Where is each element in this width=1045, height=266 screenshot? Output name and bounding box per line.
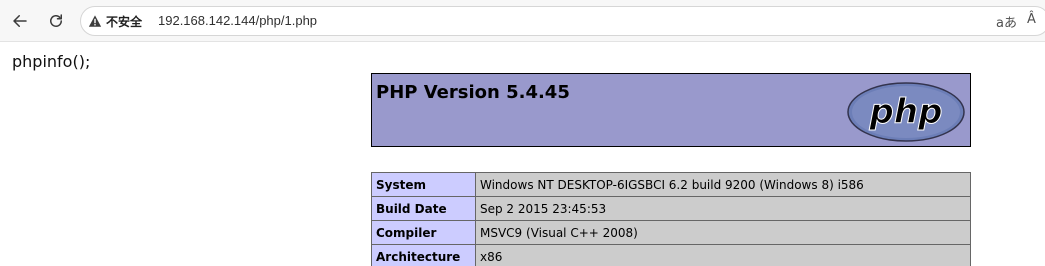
read-aloud-icon[interactable]: aあ (996, 12, 1017, 31)
php-logo-icon: php (847, 82, 965, 142)
php-version-header: PHP Version 5.4.45 php (371, 73, 971, 147)
php-logo-text: php (869, 92, 943, 132)
info-key: Build Date (371, 196, 476, 221)
info-key: Architecture (371, 244, 476, 266)
info-key: System (371, 172, 476, 197)
browser-toolbar: 不安全 192.168.142.144/php/1.php aあ Â (0, 0, 1045, 42)
back-button[interactable] (7, 8, 33, 34)
table-row: Compiler MSVC9 (Visual C++ 2008) (371, 220, 971, 245)
back-arrow-icon (13, 15, 27, 27)
page-code-text: phpinfo(); (12, 52, 91, 71)
refresh-button[interactable] (43, 8, 69, 34)
info-value: MSVC9 (Visual C++ 2008) (475, 220, 971, 245)
info-value: Windows NT DESKTOP-6IGSBCI 6.2 build 920… (475, 172, 971, 197)
php-version-title: PHP Version 5.4.45 (376, 82, 570, 103)
php-info-table: System Windows NT DESKTOP-6IGSBCI 6.2 bu… (371, 172, 971, 266)
security-label: 不安全 (106, 14, 143, 29)
info-key: Compiler (371, 220, 476, 245)
table-row: Architecture x86 (371, 244, 971, 266)
info-value: Sep 2 2015 23:45:53 (475, 196, 971, 221)
info-value: x86 (475, 244, 971, 266)
text-size-icon[interactable]: Â (1027, 12, 1036, 27)
table-row: System Windows NT DESKTOP-6IGSBCI 6.2 bu… (371, 172, 971, 197)
warning-icon (88, 14, 102, 28)
refresh-icon (50, 14, 62, 27)
security-indicator[interactable]: 不安全 (88, 13, 142, 29)
url-text[interactable]: 192.168.142.144/php/1.php (158, 13, 317, 28)
table-row: Build Date Sep 2 2015 23:45:53 (371, 196, 971, 221)
